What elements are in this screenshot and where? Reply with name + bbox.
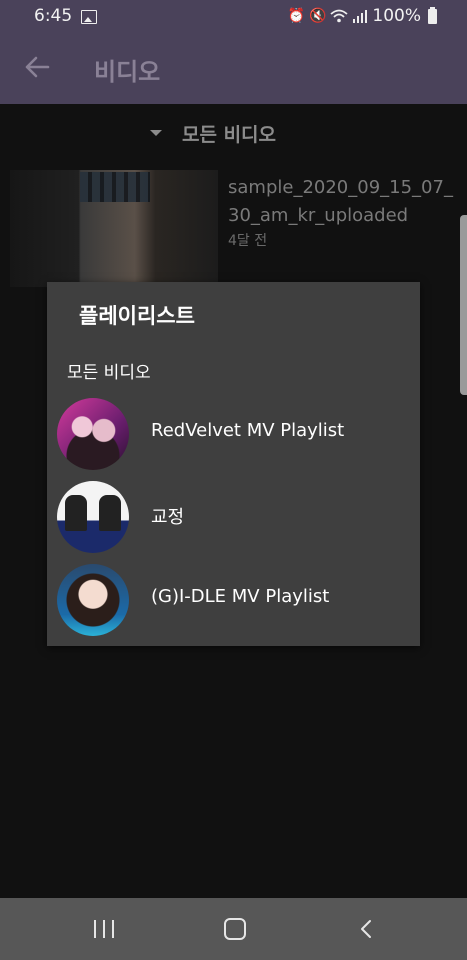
playlist-item[interactable]: RedVelvet MV Playlist [47, 394, 420, 474]
dialog-title: 플레이리스트 [79, 304, 195, 328]
status-time: 6:45 [34, 6, 73, 26]
alarm-icon: ⏰ [287, 8, 305, 24]
playlist-thumbnail [57, 398, 129, 470]
mute-icon: 🔇 [308, 8, 327, 24]
status-bar: 6:45 ⏰ 🔇 100% [0, 0, 467, 34]
arrow-left-icon [25, 56, 50, 78]
filter-label: 모든 비디오 [182, 123, 277, 146]
video-thumbnail [10, 170, 218, 287]
video-title: sample_2020_09_15_07_30_am_kr_uploaded [228, 177, 453, 226]
image-icon [81, 10, 97, 24]
status-icons: ⏰ 🔇 100% [288, 6, 437, 26]
video-age: 4달 전 [228, 233, 268, 249]
playlist-thumbnail [57, 481, 129, 553]
battery-icon [428, 6, 437, 24]
navigation-bar [0, 898, 467, 960]
video-filter-dropdown[interactable]: 모든 비디오 [150, 120, 276, 146]
page-title: 비디오 [94, 58, 161, 86]
video-list-item[interactable]: sample_2020_09_15_07_30_am_kr_uploaded 4… [10, 170, 453, 288]
app-bar: 비디오 [0, 34, 467, 104]
playlist-thumbnail [57, 564, 129, 636]
all-videos-option[interactable]: 모든 비디오 [67, 358, 151, 383]
playlist-item[interactable]: 교정 [47, 477, 420, 557]
back-button[interactable] [20, 50, 54, 84]
back-icon[interactable] [356, 918, 378, 940]
playlist-label: 교정 [151, 507, 185, 528]
playlist-label: RedVelvet MV Playlist [151, 420, 345, 441]
playlist-item[interactable]: (G)I-DLE MV Playlist [47, 560, 420, 640]
home-icon[interactable] [224, 918, 246, 940]
wifi-icon [330, 9, 348, 23]
playlist-dialog: 플레이리스트 모든 비디오 RedVelvet MV Playlist 교정 (… [47, 282, 420, 646]
scrollbar[interactable] [460, 215, 467, 395]
signal-icon [353, 10, 368, 23]
battery-percent: 100% [372, 6, 421, 26]
playlist-label: (G)I-DLE MV Playlist [151, 586, 330, 607]
caret-down-icon [150, 130, 162, 136]
recent-apps-icon[interactable] [94, 920, 114, 938]
